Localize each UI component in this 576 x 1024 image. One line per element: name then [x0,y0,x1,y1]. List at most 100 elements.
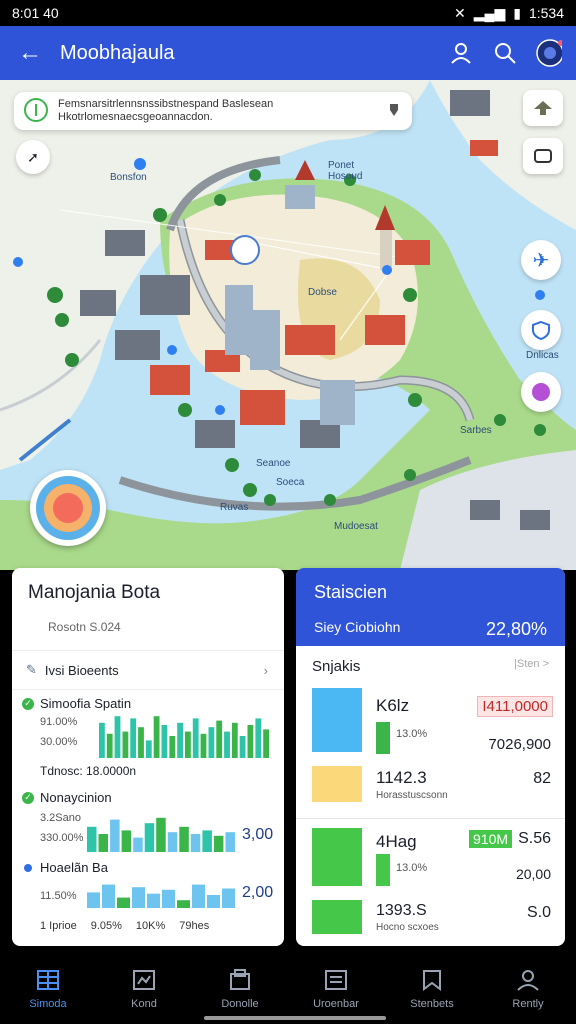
footer-label: 10K% [135,920,166,932]
bar [144,823,155,852]
stat-label: 1142.3 [376,768,427,787]
layers-icon [534,101,552,115]
tab-kond[interactable]: Kond [99,968,189,1010]
chevron-right-icon: › [263,662,268,678]
bar [169,736,176,758]
stat-row[interactable]: K6lz 13.0% I411,0000 7026,900 [296,688,565,758]
check-icon: ✓ [22,791,34,804]
events-label: Ivsi Bioeents [44,662,119,678]
ylabel: 330.00% [40,832,84,844]
ylabel: 30.00% [40,736,78,748]
account-icon[interactable] [448,40,474,66]
tab-stenbets[interactable]: Stenbets [387,968,477,1010]
location-pin-icon [24,97,48,125]
pin-icon[interactable] [386,102,402,121]
right-stats-card: Staiscien Siey Ciobiohn 22,80% Snjakis |… [296,568,565,946]
tab-uroenbar[interactable]: Uroenbar [291,968,381,1010]
app-title: Moobhajaula [60,41,175,64]
bar-chart [99,716,269,758]
bar [192,884,205,908]
left-summary-card: Manojania Bota Rosotn S.024 ✎ Ivsi Bioeen… [12,568,284,946]
map-label: Ponet Hosoud [328,160,363,182]
bar [208,727,215,758]
search-text-line-1: Femsnarsitrlennsnssibstnespand Baslesean [58,98,274,110]
bar [162,889,175,908]
search-icon[interactable] [492,40,518,66]
compass-icon [36,476,100,540]
bar [117,897,130,908]
ylabel: 11.50% [40,890,77,902]
tab-label: Simoda [29,998,67,1010]
section-link[interactable]: |Sten > [514,658,549,675]
alert-button[interactable] [521,372,561,412]
section-title: Hoaelãn Ba [40,860,108,875]
stat-label: K6lz [376,696,410,715]
bar [145,740,152,758]
section-hoaelan: Hoaelãn Ba 11.50% 2,00 1 Iprioe 9.05% 10… [12,860,284,932]
stat-bar [376,722,390,754]
signal-icon: ▂▄▆ [473,4,506,21]
tab-donolle[interactable]: Donolle [195,968,285,1010]
bar [177,900,190,908]
bar [192,718,199,758]
compass-button[interactable] [30,470,106,546]
avatar-icon[interactable] [536,39,562,67]
section-title: Simoofia Spatin [40,696,132,711]
stat-sub: 13.0% [396,728,428,740]
swatch [312,688,362,752]
box-icon [230,969,250,990]
stat-value: 20,00 [515,866,551,882]
bar [231,722,238,758]
bar [222,888,235,908]
filter-icon [534,149,552,163]
section-spatial: ✓ Simoofia Spatin 91.00% 30.00% Tdnosc: 1… [12,696,284,778]
map-label: Dobse [308,287,337,298]
status-right-time: 1:534 [528,5,564,21]
tab-rently[interactable]: Rently [483,968,573,1010]
footer-label: 79hes [179,920,210,932]
card-title: Manojania Bota [28,582,161,603]
bar [153,716,160,758]
tab-simoda[interactable]: Simoda [3,968,93,1010]
stat-sub: 13.0% [396,862,428,874]
tab-label: Kond [131,998,157,1010]
stat-value: 7026,900 [488,736,551,753]
map-search-card[interactable]: Femsnarsitrlennsnssibstnespand Baslesean… [14,92,412,130]
bar [224,731,230,758]
stat-row[interactable]: 1393.S Hocno scxoes S.0 [296,900,565,940]
stat-row[interactable]: 1142.3 Horasstuscsonn 82 [296,766,565,806]
filter-button[interactable] [523,138,563,174]
stat-bar [376,854,390,886]
app-bar: ← Moobhajaula [0,26,576,80]
airplane-icon: ✈ [532,249,550,272]
bar [114,716,121,758]
ylabel: 3.2Sano [40,812,81,824]
stat-row[interactable]: 4Hag 13.0% 910M S.56 20,00 [296,826,565,888]
swatch [312,900,362,934]
layers-button[interactable] [523,90,563,126]
back-arrow-icon[interactable]: ← [0,39,60,67]
navigation-button[interactable]: ✈ [521,240,561,280]
bar [185,731,191,758]
person-icon [517,970,539,991]
bar [177,722,183,758]
shield-button[interactable] [521,310,561,350]
card-subtitle: Rosotn S.024 [48,620,121,634]
check-icon: ✓ [22,697,34,710]
bar [225,832,235,852]
ylabel: 91.00% [40,716,78,728]
bar [213,835,224,852]
swatch [312,766,362,802]
bar [87,892,100,908]
mute-icon: ✕ [454,4,466,21]
directions-button[interactable]: ➚ [16,140,50,174]
events-row[interactable]: ✎ Ivsi Bioeents › [12,650,284,690]
bar [202,830,212,852]
bar [167,832,178,852]
stats-title: Staiscien [314,582,388,602]
stat-value: 82 [533,770,551,787]
tab-label: Donolle [221,998,259,1010]
tab-label: Stenbets [410,998,454,1010]
megaphone-icon [532,383,550,401]
bar [179,826,189,852]
